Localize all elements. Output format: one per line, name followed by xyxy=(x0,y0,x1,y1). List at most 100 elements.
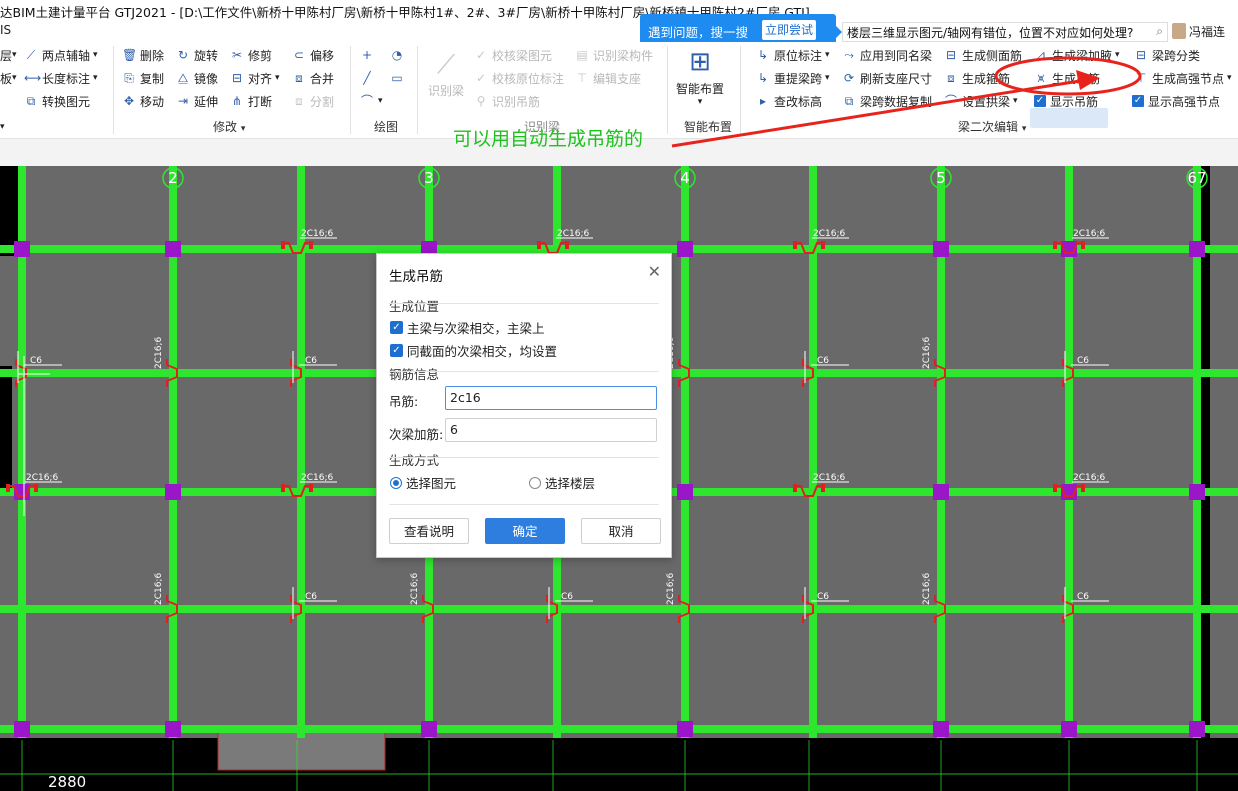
rebar-label: 2C16;6 xyxy=(301,473,333,483)
hanger-end xyxy=(793,241,797,249)
offset-button[interactable]: ⊂ 偏移 xyxy=(292,46,334,64)
ribbon-item-partial-1[interactable]: 层 ▾ xyxy=(0,46,17,64)
label: 生成箍筋 xyxy=(962,71,1011,86)
rect-tool[interactable]: ▭ xyxy=(390,69,408,87)
line-tool[interactable]: ╱ xyxy=(360,69,378,87)
cancel-button[interactable]: 取消 xyxy=(581,518,661,544)
hanger-end xyxy=(6,484,10,492)
check-elevation-button[interactable]: ▸ 查改标高 xyxy=(756,92,822,110)
identify-beam-icon: ⟋ xyxy=(436,50,456,80)
two-point-axis-button[interactable]: ⟋ 两点辅轴 ▾ xyxy=(24,46,98,64)
point-tool[interactable]: + xyxy=(360,46,378,64)
annotation-text: 可以用自动生成吊筋的 xyxy=(453,128,644,150)
label: 两点辅轴 xyxy=(42,48,91,63)
span-classify-button[interactable]: ⊟ 梁跨分类 xyxy=(1134,46,1200,64)
move-button[interactable]: ✥ 移动 xyxy=(122,92,164,110)
label: 主梁与次梁相交，主梁上 xyxy=(407,321,545,336)
merge-icon: ⧈ xyxy=(295,71,303,85)
rebar-label: 2C16;6 xyxy=(26,473,58,483)
gen-side-rebar-button[interactable]: ⊟ 生成侧面筋 xyxy=(944,46,1022,64)
show-strong-node-checkbox[interactable]: ✓ 显示高强节点 xyxy=(1132,92,1220,110)
divider xyxy=(389,457,659,458)
compass-tool[interactable]: ◔ xyxy=(390,46,408,64)
try-now-button[interactable]: 立即尝试 xyxy=(762,20,816,40)
gen-hanger-dialog: 生成吊筋 ✕ 生成位置 ✓ 主梁与次梁相交，主梁上 ✓ 同截面的次梁相交，均设置 钢… xyxy=(376,253,672,558)
label: 修剪 xyxy=(248,48,273,63)
hanger-end xyxy=(821,241,825,249)
dialog-title: 生成吊筋 xyxy=(389,269,443,285)
edit-support-button[interactable]: ⊤ 编辑支座 xyxy=(575,69,641,87)
menu-tab-partial[interactable]: IS xyxy=(0,23,11,37)
partial-label: 层 xyxy=(0,48,13,63)
merge-button[interactable]: ⧈ 合并 xyxy=(292,69,334,87)
convert-element-button[interactable]: ⧉ 转换图元 xyxy=(24,92,90,110)
side-rebar-icon: ⊟ xyxy=(945,48,957,62)
hanger-end xyxy=(537,241,541,249)
radio-select-floor[interactable]: 选择楼层 xyxy=(529,473,595,492)
group-beam-secondary-label[interactable]: 梁二次编辑 ▾ xyxy=(958,118,1026,135)
radio-select-element[interactable]: 选择图元 xyxy=(390,473,456,492)
column xyxy=(1189,241,1205,257)
search-icon[interactable]: ⌕ xyxy=(1156,24,1163,39)
user-name: 冯福连 xyxy=(1189,25,1226,39)
reextract-span-button[interactable]: ↳ 重提梁跨 ▾ xyxy=(756,69,830,87)
label: 梁跨数据复制 xyxy=(860,94,933,109)
break-button[interactable]: ⋔ 打断 xyxy=(230,92,272,110)
gen-hanger-button[interactable]: ⩙ 生成吊筋 xyxy=(1034,69,1100,87)
show-hanger-checkbox[interactable]: ✓ 显示吊筋 xyxy=(1034,92,1098,110)
gen-strong-node-button[interactable]: ⊤ 生成高强节点 ▾ xyxy=(1134,69,1232,87)
check-origin-button[interactable]: ✓ 校核原位标注 xyxy=(474,69,564,87)
copy-button[interactable]: ⎘ 复制 xyxy=(122,69,164,87)
delete-button[interactable]: 🗑 删除 xyxy=(122,46,164,64)
rebar-label-short: C6 xyxy=(1077,592,1089,602)
rebar-label: 2C16;6 xyxy=(813,473,845,483)
original-mark-button[interactable]: ↳ 原位标注 ▾ xyxy=(756,46,830,64)
hanger-input[interactable]: 2c16 xyxy=(445,386,657,410)
line-icon: ╱ xyxy=(363,71,371,85)
opt-same-section-checkbox[interactable]: ✓ 同截面的次梁相交，均设置 xyxy=(390,341,557,360)
help-question: 遇到问题，搜一搜 xyxy=(648,25,749,40)
label: 校核梁图元 xyxy=(492,48,553,63)
group-modify-label[interactable]: 修改 ▾ xyxy=(213,118,245,135)
menu-bar: IS xyxy=(0,22,640,42)
refresh-support-button[interactable]: ⟳ 刷新支座尺寸 xyxy=(842,69,932,87)
check-beam-button[interactable]: ✓ 校核梁图元 xyxy=(474,46,552,64)
label: 梁跨分类 xyxy=(1152,48,1201,63)
trim-button[interactable]: ✂ 修剪 xyxy=(230,46,272,64)
align-button[interactable]: ⊟ 对齐 ▾ xyxy=(230,69,280,87)
ribbon-item-partial-3[interactable]: ▾ xyxy=(0,118,5,136)
column xyxy=(165,721,181,737)
extend-button[interactable]: ⇥ 延伸 xyxy=(176,92,218,110)
ribbon-item-partial-2[interactable]: 板 ▾ xyxy=(0,69,17,87)
identify-hanger-button[interactable]: ⚲ 识别吊筋 xyxy=(474,92,540,110)
column xyxy=(1189,721,1205,737)
copy-icon: ⎘ xyxy=(124,71,134,85)
label: 编辑支座 xyxy=(593,71,642,86)
ok-button[interactable]: 确定 xyxy=(485,518,565,544)
column xyxy=(933,721,949,737)
length-dim-button[interactable]: ⟷ 长度标注 ▾ xyxy=(24,69,98,87)
secondary-input[interactable]: 6 xyxy=(445,418,657,442)
help-button[interactable]: 查看说明 xyxy=(389,518,469,544)
smart-layout-big-button[interactable]: ⊞ 智能布置 ▾ xyxy=(672,44,728,107)
gen-stirrup-button[interactable]: ⧈ 生成箍筋 xyxy=(944,69,1010,87)
user-profile[interactable]: 冯福连 xyxy=(1172,22,1238,40)
apply-same-button[interactable]: ⤳ 应用到同名梁 xyxy=(842,46,932,64)
opt-main-secondary-checkbox[interactable]: ✓ 主梁与次梁相交，主梁上 xyxy=(390,318,545,337)
grid-layout-icon: ⊞ xyxy=(689,47,711,77)
gen-haunch-button[interactable]: ⊿ 生成梁加腋 ▾ xyxy=(1034,46,1120,64)
split-button[interactable]: ⧈ 分割 xyxy=(292,92,334,110)
beam-data-copy-button[interactable]: ⧉ 梁跨数据复制 xyxy=(842,92,932,110)
arc-tool[interactable]: ⌒ ▾ xyxy=(360,92,383,110)
column xyxy=(1061,721,1077,737)
set-arch-button[interactable]: ⌒ 设置拱梁 ▾ xyxy=(944,92,1018,110)
check-icon: ✓ xyxy=(475,48,487,62)
close-icon[interactable]: ✕ xyxy=(648,262,661,281)
mirror-button[interactable]: ⧋ 镜像 xyxy=(176,69,218,87)
identify-beam-big-button[interactable]: ⟋ 识别梁 xyxy=(424,48,468,99)
rotate-button[interactable]: ↻ 旋转 xyxy=(176,46,218,64)
label: 识别梁 xyxy=(427,84,464,98)
identify-member-button[interactable]: ▤ 识别梁构件 xyxy=(575,46,653,64)
label: 识别梁构件 xyxy=(593,48,654,63)
search-input[interactable]: 楼层三维显示图元/轴网有错位，位置不对应如何处理? ⌕ xyxy=(842,22,1168,42)
